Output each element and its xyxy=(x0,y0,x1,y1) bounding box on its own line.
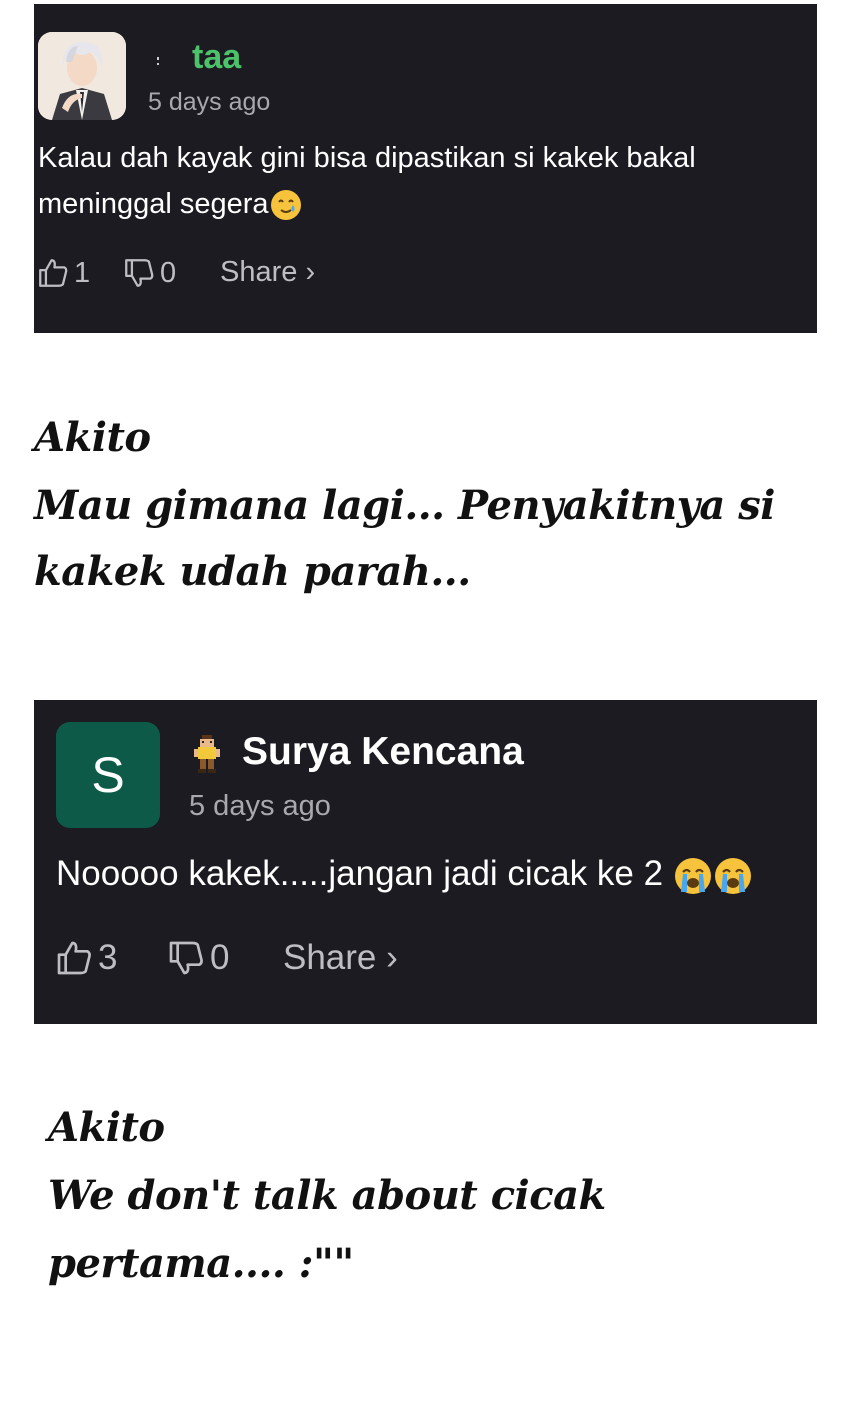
dislike-button[interactable]: 0 xyxy=(122,256,176,290)
comment-text-line: Nooooo kakek.....jangan jadi cicak ke 2 xyxy=(56,854,752,894)
thumbs-up-icon xyxy=(57,941,91,975)
thumbs-down-icon xyxy=(169,941,203,975)
username[interactable]: taa xyxy=(192,38,241,77)
dislike-count: 0 xyxy=(210,938,230,977)
pixel-character-badge-icon xyxy=(192,734,222,774)
comment-card: taa 5 days ago Kalau dah kayak gini bisa… xyxy=(34,4,817,333)
timestamp: 5 days ago xyxy=(148,88,271,116)
smiling-face-with-tear-icon xyxy=(270,190,301,221)
reply-author: Akito xyxy=(48,1104,165,1151)
reply-text-line: We don't talk about cicak xyxy=(48,1172,606,1219)
user-avatar[interactable]: S xyxy=(56,722,160,828)
comment-text-fragment: meninggal segera xyxy=(38,188,269,220)
anime-avatar-illustration xyxy=(38,32,126,120)
share-button[interactable]: Share › xyxy=(283,938,398,978)
comment-card: S Surya Kencana 5 days ago Nooooo kakek.… xyxy=(34,700,817,1024)
reply-text-line: pertama.... :"" xyxy=(48,1240,354,1287)
comment-text-fragment: Nooooo kakek.....jangan jadi cicak ke 2 xyxy=(56,854,664,893)
dislike-count: 0 xyxy=(160,256,177,289)
loudly-crying-face-icon xyxy=(675,857,712,894)
like-button[interactable]: 3 xyxy=(54,938,117,978)
reply-text-line: Mau gimana lagi... Penyakitnya si xyxy=(34,482,775,529)
comment-text-line: meninggal segera xyxy=(38,188,301,221)
user-badge-icon xyxy=(152,52,164,72)
dislike-button[interactable]: 0 xyxy=(166,938,229,978)
timestamp: 5 days ago xyxy=(189,790,331,822)
like-button[interactable]: 1 xyxy=(36,256,90,290)
loudly-crying-face-icon xyxy=(715,857,752,894)
thumbs-down-icon xyxy=(125,259,154,287)
reply-author: Akito xyxy=(34,414,151,461)
user-avatar[interactable] xyxy=(38,32,126,120)
username[interactable]: Surya Kencana xyxy=(242,730,524,774)
comment-text-line: Kalau dah kayak gini bisa dipastikan si … xyxy=(38,142,696,174)
reply-text-line: kakek udah parah... xyxy=(34,548,471,595)
like-count: 3 xyxy=(98,938,118,977)
like-count: 1 xyxy=(74,256,91,289)
share-button[interactable]: Share › xyxy=(220,256,315,289)
thumbs-up-icon xyxy=(39,259,68,287)
